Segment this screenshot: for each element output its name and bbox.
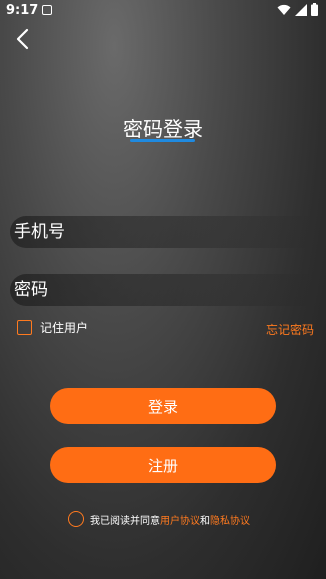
login-button[interactable]: 登录 — [50, 388, 276, 424]
remember-checkbox[interactable] — [17, 320, 32, 335]
password-input[interactable] — [10, 274, 294, 306]
wifi-icon — [277, 4, 291, 15]
user-agreement-link[interactable]: 用户协议 — [160, 516, 200, 527]
battery-icon — [311, 3, 318, 16]
phone-field[interactable] — [10, 216, 314, 248]
remember-user[interactable]: 记住用户 — [17, 319, 88, 336]
signal-icon — [295, 3, 307, 16]
agreement-and: 和 — [200, 515, 210, 527]
agreement-prefix: 我已阅读并同意 — [90, 515, 160, 527]
back-button[interactable] — [12, 26, 34, 52]
forgot-password-link[interactable]: 忘记密码 — [266, 321, 314, 338]
password-field[interactable] — [10, 274, 314, 306]
notification-square-icon — [42, 5, 52, 15]
chevron-left-icon — [16, 28, 29, 50]
agreement-radio[interactable] — [68, 511, 84, 527]
page-title: 密码登录 — [123, 117, 203, 141]
status-time: 9:17 — [6, 3, 39, 18]
privacy-agreement-link[interactable]: 隐私协议 — [210, 516, 250, 527]
agreement-text: 我已阅读并同意用户协议和隐私协议 — [90, 512, 250, 527]
status-bar: 9:17 — [0, 0, 326, 22]
register-button[interactable]: 注册 — [50, 447, 276, 483]
remember-label: 记住用户 — [40, 321, 89, 335]
phone-input[interactable] — [10, 216, 294, 248]
title-underline — [130, 139, 195, 142]
agreement-row: 我已阅读并同意用户协议和隐私协议 — [68, 511, 250, 527]
status-icons — [277, 3, 318, 16]
